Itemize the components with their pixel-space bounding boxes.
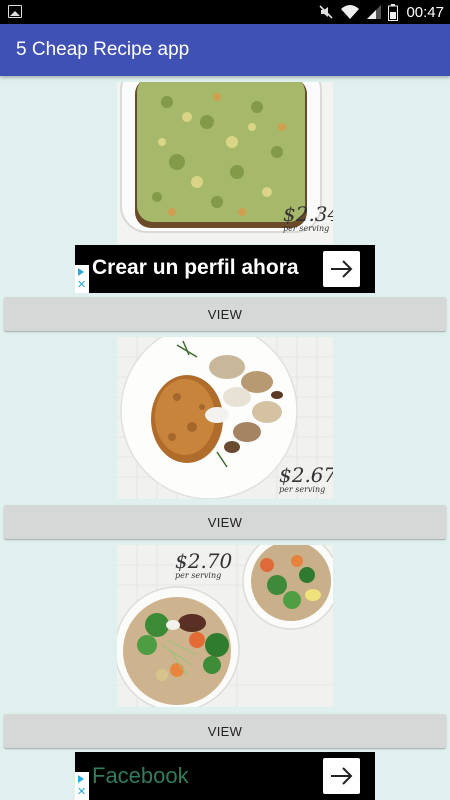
- ad-arrow-button[interactable]: [323, 251, 360, 287]
- status-bar: 00:47: [0, 0, 450, 24]
- ad-arrow-button[interactable]: [323, 758, 360, 794]
- signal-icon: [367, 5, 382, 19]
- arrow-right-icon: [330, 260, 352, 278]
- ad-banner-facebook[interactable]: ✕ Facebook: [75, 752, 375, 800]
- ad-text: Facebook: [92, 763, 189, 788]
- price-amount: $2.70: [175, 549, 233, 573]
- price-amount: $2.34: [283, 202, 333, 226]
- mute-icon: [319, 5, 334, 19]
- adchoices-icon[interactable]: ✕: [75, 265, 89, 293]
- image-notification-icon: [8, 5, 22, 18]
- status-clock: 00:47: [406, 3, 444, 21]
- view-button-2[interactable]: VIEW: [4, 505, 446, 539]
- recipe-image-rice-bowl[interactable]: $2.70 per serving: [117, 545, 333, 707]
- price-amount: $2.67: [279, 463, 333, 487]
- per-serving-label: per serving: [283, 224, 330, 233]
- adchoices-icon[interactable]: ✕: [75, 772, 89, 800]
- recipe-image-schnitzel[interactable]: $2.67 per serving: [117, 337, 333, 499]
- ad-banner-create-profile[interactable]: ✕ Crear un perfil ahora: [75, 245, 375, 293]
- arrow-right-icon: [330, 767, 352, 785]
- status-icons: 00:47: [318, 0, 444, 24]
- price-tag: $2.70 per serving: [175, 551, 232, 580]
- battery-icon: [388, 3, 399, 21]
- wifi-icon: [341, 5, 360, 19]
- per-serving-label: per serving: [279, 485, 326, 494]
- recipe-image-casserole[interactable]: $2.34 per serving: [117, 82, 333, 244]
- price-tag: $2.67 per serving: [279, 465, 333, 494]
- per-serving-label: per serving: [175, 571, 222, 580]
- view-button-1[interactable]: VIEW: [4, 297, 446, 331]
- app-bar: 5 Cheap Recipe app: [0, 24, 450, 76]
- app-title: 5 Cheap Recipe app: [16, 39, 190, 60]
- price-tag: $2.34 per serving: [283, 204, 333, 233]
- ad-text: Crear un perfil ahora: [92, 256, 299, 279]
- view-button-3[interactable]: VIEW: [4, 714, 446, 748]
